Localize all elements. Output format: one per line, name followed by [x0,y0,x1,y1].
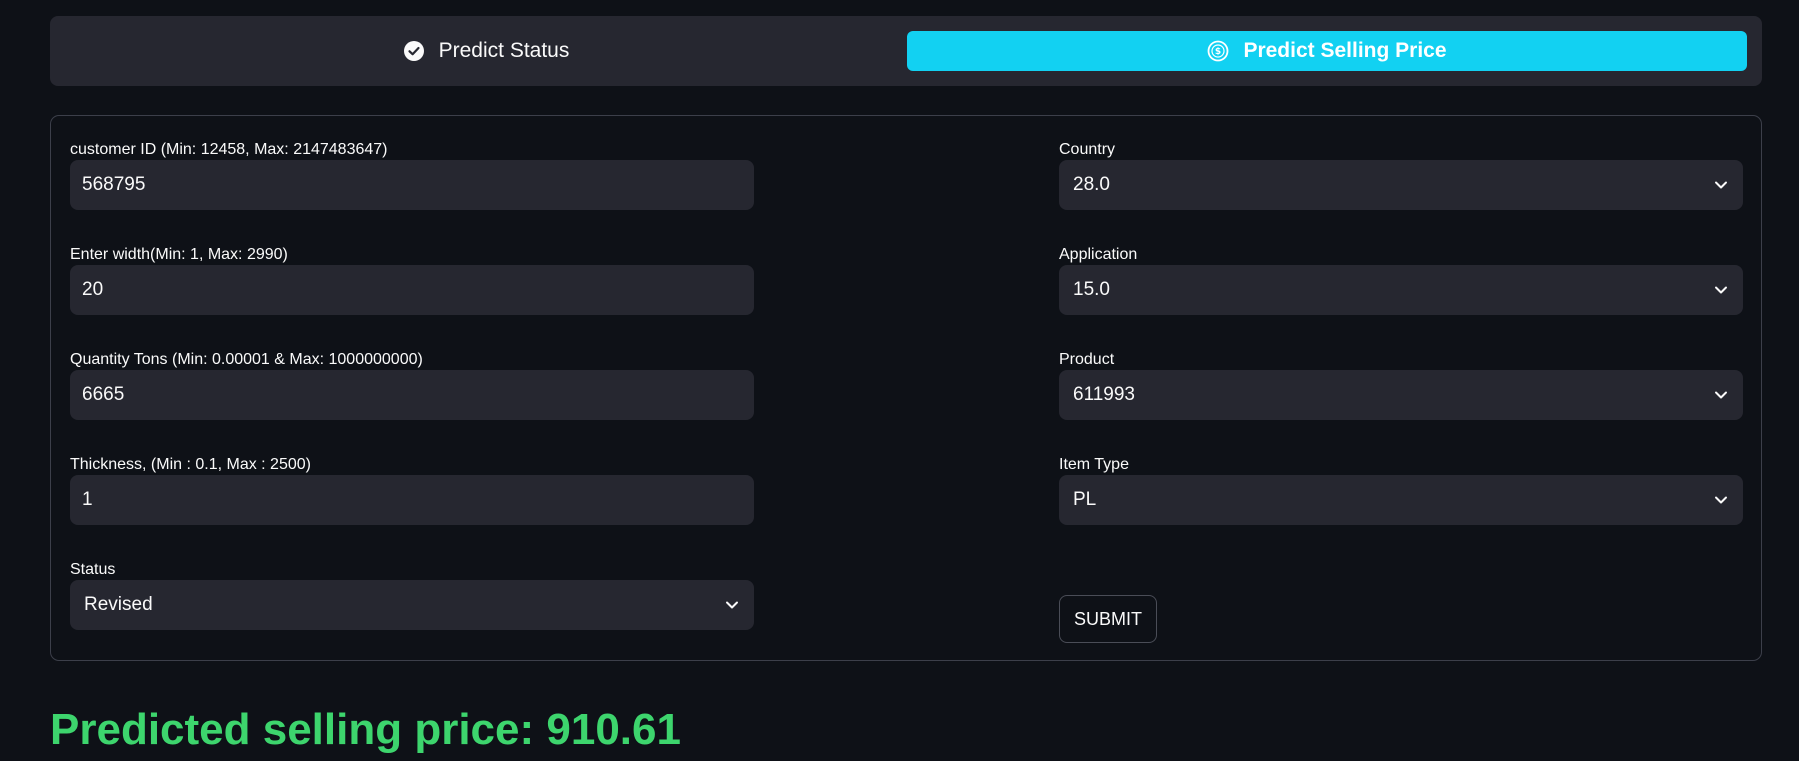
svg-text:$: $ [1215,47,1221,57]
status-select[interactable]: Revised [70,580,754,630]
chevron-down-icon [724,597,740,613]
item-type-select-value: PL [1073,489,1097,510]
item-type-label: Item Type [1059,456,1129,473]
application-field: Application 15.0 [1059,245,1743,315]
width-input[interactable] [70,265,754,315]
chevron-down-icon [1713,282,1729,298]
predicted-price-result: Predicted selling price: 910.61 [50,705,681,754]
chevron-down-icon [1713,177,1729,193]
tab-predict-selling-price[interactable]: $ Predict Selling Price [907,31,1747,71]
application-select-value: 15.0 [1073,279,1110,300]
submit-button[interactable]: SUBMIT [1059,595,1157,643]
thickness-input[interactable] [70,475,754,525]
width-label: Enter width(Min: 1, Max: 2990) [70,246,288,263]
customer-id-field: customer ID (Min: 12458, Max: 2147483647… [70,140,754,210]
quantity-tons-label: Quantity Tons (Min: 0.00001 & Max: 10000… [70,351,423,368]
chevron-down-icon [1713,492,1729,508]
customer-id-input[interactable] [70,160,754,210]
status-select-value: Revised [84,594,153,615]
quantity-tons-field: Quantity Tons (Min: 0.00001 & Max: 10000… [70,350,754,420]
status-field: Status Revised [70,560,754,630]
dollar-circle-icon: $ [1207,40,1229,62]
item-type-select[interactable]: PL [1059,475,1743,525]
application-select[interactable]: 15.0 [1059,265,1743,315]
thickness-field: Thickness, (Min : 0.1, Max : 2500) [70,455,754,525]
product-label: Product [1059,351,1115,368]
country-field: Country 28.0 [1059,140,1743,210]
tab-predict-selling-price-label: Predict Selling Price [1243,39,1447,62]
country-label: Country [1059,141,1116,158]
country-select-value: 28.0 [1073,174,1110,195]
width-field: Enter width(Min: 1, Max: 2990) [70,245,754,315]
check-circle-icon [403,40,425,62]
tab-bar: Predict Status $ Predict Selling Price [50,16,1762,86]
chevron-down-icon [1713,387,1729,403]
customer-id-label: customer ID (Min: 12458, Max: 2147483647… [70,141,388,158]
country-select[interactable]: 28.0 [1059,160,1743,210]
quantity-tons-input[interactable] [70,370,754,420]
product-select-value: 611993 [1073,384,1135,405]
application-label: Application [1059,246,1138,263]
tab-predict-status[interactable]: Predict Status [66,31,906,71]
status-label: Status [70,561,116,578]
product-select[interactable]: 611993 [1059,370,1743,420]
product-field: Product 611993 [1059,350,1743,420]
tab-predict-status-label: Predict Status [438,39,570,62]
thickness-label: Thickness, (Min : 0.1, Max : 2500) [70,456,311,473]
item-type-field: Item Type PL [1059,455,1743,525]
